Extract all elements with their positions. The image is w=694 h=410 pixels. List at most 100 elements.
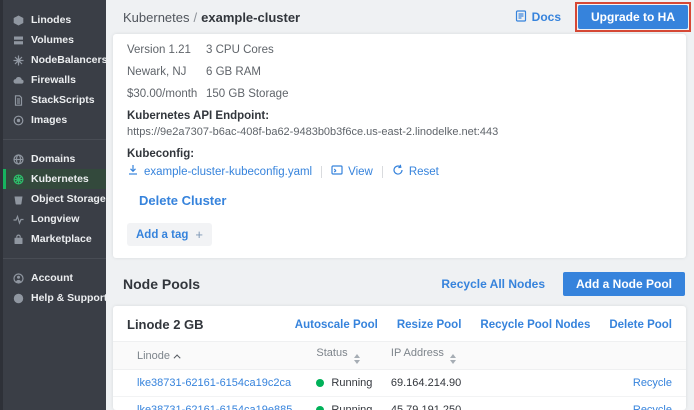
column-header-linode[interactable]: Linode [113,342,316,370]
pool-name: Linode 2 GB [127,317,295,332]
delete-pool-link[interactable]: Delete Pool [609,319,672,331]
pool-actions: Autoscale Pool Resize Pool Recycle Pool … [295,319,672,331]
node-ip: 45.79.191.250 [391,404,461,410]
upgrade-ha-highlight-box: Upgrade to HA [575,2,691,32]
page-header: Kubernetes/example-cluster Docs Upgrade … [106,0,694,34]
main-content: Kubernetes/example-cluster Docs Upgrade … [106,0,694,410]
sidebar-item-label: Images [31,114,67,126]
cluster-ram: 6 GB RAM [206,66,261,78]
kubeconfig-view-link[interactable]: View [331,164,373,179]
sidebar-item-firewalls[interactable]: Firewalls [3,70,106,90]
node-pools-header: Node Pools Recycle All Nodes Add a Node … [106,258,694,306]
column-header-status[interactable]: Status [316,342,390,370]
breadcrumb-kubernetes-link[interactable]: Kubernetes [123,10,190,25]
kubeconfig-download-link[interactable]: example-cluster-kubeconfig.yaml [127,164,312,179]
sidebar-item-label: Linodes [31,14,71,26]
docs-label: Docs [532,10,561,24]
sidebar-item-nodebalancers[interactable]: NodeBalancers [3,50,106,70]
stackscripts-icon [13,95,24,106]
node-link[interactable]: lke38731-62161-6154ca19c2ca [137,377,291,389]
sidebar-item-help-support[interactable]: ? Help & Support [3,288,106,308]
spec-row: $30.00/month 150 GB Storage [127,88,672,100]
sidebar-item-images[interactable]: Images [3,110,106,130]
kubeconfig-actions: example-cluster-kubeconfig.yaml View Res… [127,164,672,179]
api-endpoint-url: https://9e2a7307-b6ac-408f-ba62-9483b0b3… [127,126,672,138]
download-icon [127,164,139,179]
node-ip: 69.164.214.90 [391,377,461,389]
firewalls-icon [13,75,24,86]
sidebar-item-label: Help & Support [31,292,107,304]
linodes-icon [13,15,24,26]
view-icon [331,164,343,179]
column-header-ip-address[interactable]: IP Address [391,342,571,370]
help-icon: ? [13,293,24,304]
cluster-summary-card: Version 1.21 3 CPU Cores Newark, NJ 6 GB… [113,34,686,258]
spec-row: Newark, NJ 6 GB RAM [127,66,672,78]
delete-cluster-link[interactable]: Delete Cluster [139,193,226,208]
separator [382,166,383,178]
sidebar-item-volumes[interactable]: Volumes [3,30,106,50]
add-tag-label: Add a tag [136,229,188,241]
longview-icon [13,214,24,225]
sidebar: Linodes Volumes NodeBalancers Firewalls … [0,0,106,410]
recycle-node-link[interactable]: Recycle [633,404,672,410]
object-storage-icon [13,194,24,205]
sidebar-divider [3,139,106,140]
api-endpoint-label: Kubernetes API Endpoint: [127,110,672,122]
sidebar-item-label: Volumes [31,34,74,46]
add-tag-button[interactable]: Add a tag + [127,223,212,246]
sidebar-item-label: Object Storage [31,193,106,205]
status-text: Running [331,404,372,410]
kubeconfig-filename: example-cluster-kubeconfig.yaml [144,166,312,178]
sort-icon [450,354,456,364]
node-link[interactable]: lke38731-62161-6154ca19e885 [137,404,292,410]
cluster-storage: 150 GB Storage [206,88,288,100]
sidebar-item-label: Kubernetes [31,173,89,185]
recycle-node-link[interactable]: Recycle [633,377,672,389]
upgrade-to-ha-button[interactable]: Upgrade to HA [578,5,688,29]
table-row: lke38731-62161-6154ca19c2ca Running 69.1… [113,370,686,397]
add-node-pool-button[interactable]: Add a Node Pool [563,272,685,296]
breadcrumb-separator: / [194,10,198,25]
kubeconfig-label: Kubeconfig: [127,148,672,160]
pool-header: Linode 2 GB Autoscale Pool Resize Pool R… [113,306,686,341]
view-label: View [348,166,373,178]
separator [321,166,322,178]
table-row: lke38731-62161-6154ca19e885 Running 45.7… [113,397,686,410]
sidebar-item-label: Longview [31,213,79,225]
sidebar-item-stackscripts[interactable]: StackScripts [3,90,106,110]
recycle-pool-nodes-link[interactable]: Recycle Pool Nodes [480,319,590,331]
node-pools-title: Node Pools [123,276,441,292]
docs-icon [515,10,527,25]
sidebar-item-marketplace[interactable]: Marketplace [3,229,106,249]
sidebar-item-label: Marketplace [31,233,92,245]
nodebalancers-icon [13,55,24,66]
cluster-version: Version 1.21 [127,44,206,56]
sidebar-item-account[interactable]: Account [3,268,106,288]
sidebar-divider [3,258,106,259]
autoscale-pool-link[interactable]: Autoscale Pool [295,319,378,331]
kubeconfig-reset-link[interactable]: Reset [392,164,439,179]
status-text: Running [331,377,372,389]
sidebar-item-object-storage[interactable]: Object Storage [3,189,106,209]
status-running-dot [316,406,324,410]
sidebar-item-linodes[interactable]: Linodes [3,10,106,30]
sidebar-item-label: NodeBalancers [31,54,107,66]
breadcrumb: Kubernetes/example-cluster [123,10,515,25]
sidebar-item-kubernetes[interactable]: Kubernetes [3,169,106,189]
docs-link[interactable]: Docs [515,10,561,25]
sort-ascending-icon [174,354,181,361]
cluster-region: Newark, NJ [127,66,206,78]
sidebar-item-domains[interactable]: Domains [3,149,106,169]
column-header-actions [571,342,686,370]
resize-pool-link[interactable]: Resize Pool [397,319,462,331]
reset-label: Reset [409,166,439,178]
cluster-price: $30.00/month [127,88,206,100]
sidebar-item-longview[interactable]: Longview [3,209,106,229]
sort-icon [354,354,360,364]
sidebar-item-label: Account [31,272,73,284]
recycle-all-nodes-link[interactable]: Recycle All Nodes [441,277,545,291]
account-icon [13,273,24,284]
kubernetes-icon [13,174,24,185]
volumes-icon [13,35,24,46]
